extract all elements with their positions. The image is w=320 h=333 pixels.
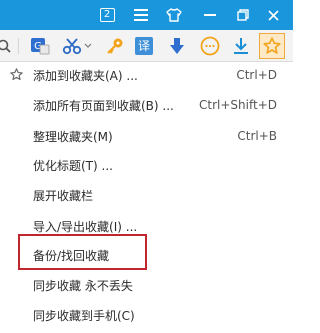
menu-item-add-favorite[interactable]: 添加到收藏夹(A) ... Ctrl+D	[0, 62, 293, 88]
favorites-menu: 添加到收藏夹(A) ... Ctrl+D 添加所有页面到收藏(B) ... Ct…	[0, 62, 293, 333]
menu-item-shortcut: Ctrl+D	[236, 68, 277, 82]
translate-icon[interactable]: G	[29, 30, 51, 62]
menu-item-label: 导入/导出收藏(I) ...	[33, 219, 138, 234]
badge-icon[interactable]: 2	[96, 0, 118, 30]
title-bar: 2	[0, 0, 293, 30]
menu-item-label: 同步收藏 永不丢失	[33, 278, 133, 293]
star-outline-icon	[10, 68, 23, 84]
yi-glyph: 译	[135, 37, 153, 55]
scissors-icon[interactable]	[60, 30, 94, 62]
smile-icon[interactable]	[199, 30, 221, 62]
toolbar-divider	[18, 38, 19, 54]
menu-item-label: 添加所有页面到收藏(B) ...	[33, 98, 174, 113]
menu-item-shortcut: Ctrl+Shift+D	[199, 98, 277, 112]
toolbar: G 译	[0, 30, 293, 62]
restore-icon[interactable]	[232, 0, 254, 30]
down-arrow-icon[interactable]	[166, 30, 188, 62]
menu-item-optimize-titles[interactable]: 优化标题(T) ...	[0, 152, 293, 178]
menu-item-label: 整理收藏夹(M)	[33, 129, 113, 144]
menu-item-organize-favorites[interactable]: 整理收藏夹(M) Ctrl+B	[0, 123, 293, 149]
menu-item-shortcut: Ctrl+B	[237, 129, 277, 143]
close-icon[interactable]	[262, 0, 284, 30]
menu-item-label: 展开收藏栏	[33, 188, 94, 203]
menu-item-add-all-pages[interactable]: 添加所有页面到收藏(B) ... Ctrl+Shift+D	[0, 92, 293, 118]
menu-item-sync-to-phone[interactable]: 同步收藏到手机(C)	[0, 302, 293, 328]
badge-count: 2	[99, 8, 115, 22]
search-icon[interactable]	[0, 30, 12, 62]
menu-item-expand-favorites-bar[interactable]: 展开收藏栏	[0, 182, 293, 208]
menu-item-label: 优化标题(T) ...	[33, 158, 113, 173]
menu-item-label: 同步收藏到手机(C)	[33, 308, 135, 323]
menu-item-label: 添加到收藏夹(A) ...	[33, 68, 138, 83]
menu-icon[interactable]	[130, 0, 152, 30]
shirt-icon[interactable]	[163, 0, 185, 30]
star-icon[interactable]	[259, 33, 285, 59]
minimize-icon[interactable]	[199, 0, 221, 30]
key-icon[interactable]	[104, 30, 126, 62]
yi-icon[interactable]: 译	[133, 30, 155, 62]
download-icon[interactable]	[230, 30, 252, 62]
menu-item-sync-favorites[interactable]: 同步收藏 永不丢失	[0, 272, 293, 298]
highlight-box	[18, 234, 147, 270]
